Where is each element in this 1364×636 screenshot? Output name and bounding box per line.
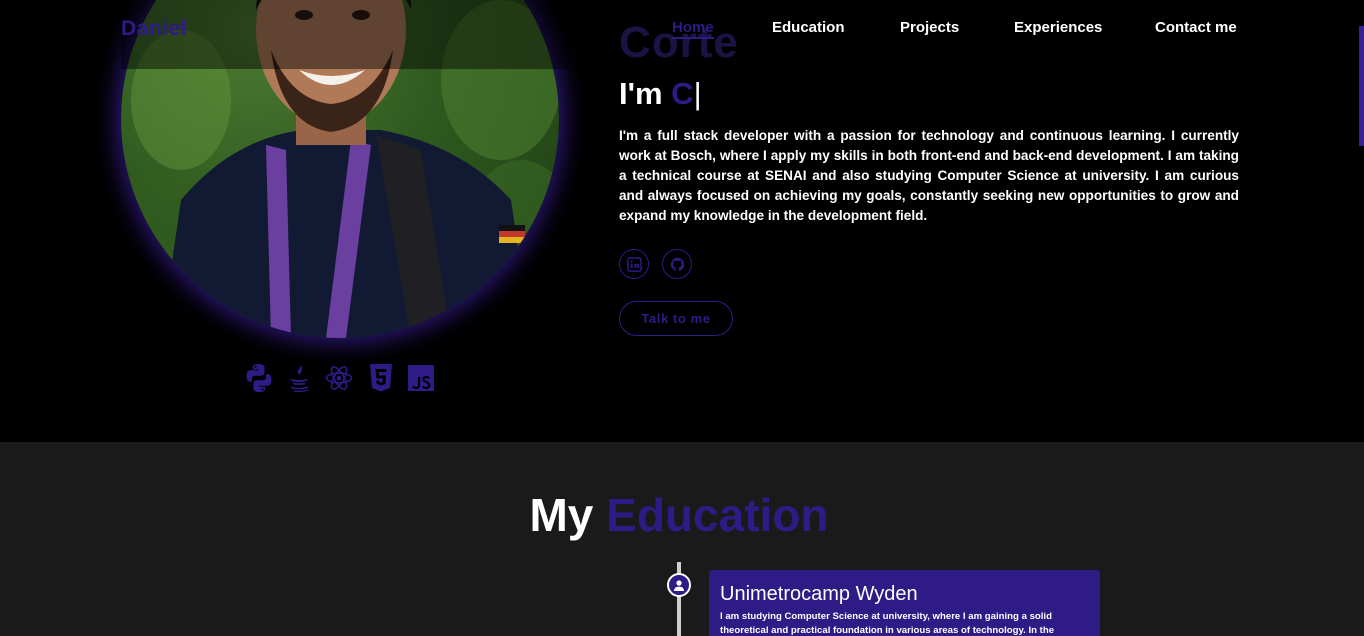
education-card-title: Unimetrocamp Wyden [720,583,918,605]
education-title-accent: Education [606,489,829,541]
github-link[interactable] [662,249,692,279]
scrollbar-thumb[interactable] [1359,26,1364,146]
github-icon [670,257,684,271]
nav-contact-me[interactable]: Contact me [1155,19,1237,36]
java-icon [285,363,313,393]
linkedin-link[interactable] [619,249,649,279]
typing-caret: | [693,76,702,111]
nav-projects[interactable]: Projects [900,19,959,36]
education-card-text: I am studying Computer Science at univer… [720,611,1055,636]
nav-experiences[interactable]: Experiences [1014,19,1102,36]
timeline-marker [667,573,691,597]
hero-greeting: I'm C| [619,76,702,112]
linkedin-icon [626,256,642,272]
html5-icon [367,363,395,393]
react-icon [325,363,353,393]
talk-to-me-button[interactable]: Talk to me [619,301,733,336]
main-nav: Home Education Projects Experiences Cont… [0,19,1364,41]
greeting-typed-text: C [671,76,694,111]
education-card: Unimetrocamp Wyden I am studying Compute… [709,570,1100,636]
tech-stack-icons [245,363,445,395]
python-icon [245,363,273,393]
education-section: My Education Unimetrocamp Wyden I am stu… [0,442,1364,636]
nav-education[interactable]: Education [772,19,845,36]
graduation-icon [674,580,684,591]
education-title-prefix: My [529,489,607,541]
greeting-prefix: I'm [619,76,672,111]
nav-home[interactable]: Home [672,19,714,39]
education-title: My Education [0,488,1358,542]
hero-bio: I'm a full stack developer with a passio… [619,128,1239,223]
site-header: Daniel Home Education Projects Experienc… [0,0,1364,69]
javascript-icon [407,363,435,393]
